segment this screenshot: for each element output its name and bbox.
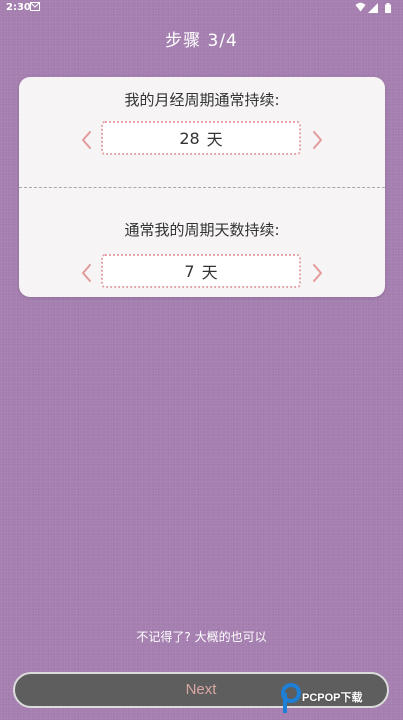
mail-icon	[30, 2, 40, 14]
wifi-icon	[355, 2, 366, 15]
period-length-question: 通常我的周期天数持续:	[124, 221, 280, 239]
cycle-length-value: 28	[179, 128, 200, 148]
cycle-increase-chevron-right-icon[interactable]	[307, 128, 327, 152]
step-title: 步骤 3/4	[165, 31, 238, 51]
status-time: 2:30	[6, 2, 31, 13]
watermark-logo-icon	[280, 683, 302, 719]
period-length-value: 7	[184, 261, 195, 281]
cycle-length-unit: 天	[206, 130, 223, 149]
watermark: PCPOP下载	[280, 683, 400, 715]
settings-card: 我的月经周期通常持续: 28 天 通常我的周期天数持续: 7 天	[19, 77, 385, 297]
period-decrease-chevron-left-icon[interactable]	[77, 261, 97, 285]
period-length-unit: 天	[201, 263, 218, 282]
hint-text: 不记得了? 大概的也可以	[136, 630, 267, 644]
period-increase-chevron-right-icon[interactable]	[307, 261, 327, 285]
period-length-value-box[interactable]: 7 天	[101, 254, 301, 288]
cycle-length-value-box[interactable]: 28 天	[101, 121, 301, 155]
battery-icon	[385, 3, 391, 16]
signal-icon	[368, 3, 378, 16]
watermark-text: PCPOP下载	[302, 692, 363, 704]
cycle-decrease-chevron-left-icon[interactable]	[77, 128, 97, 152]
cycle-length-question: 我的月经周期通常持续:	[124, 91, 280, 109]
dashed-divider	[19, 187, 385, 188]
status-bar: 2:30	[0, 0, 403, 16]
